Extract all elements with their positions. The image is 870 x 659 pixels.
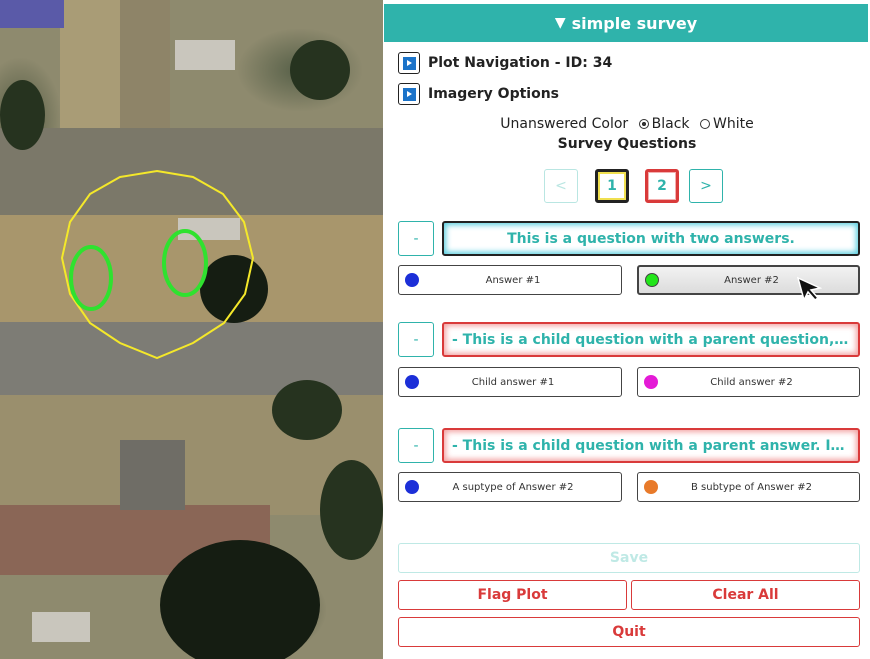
survey-questions-title: Survey Questions bbox=[557, 136, 697, 152]
collapse-question-button[interactable]: - bbox=[398, 322, 434, 357]
plot-overlay bbox=[60, 169, 255, 360]
answer-color-dot bbox=[644, 375, 658, 389]
answer-label: Child answer #2 bbox=[710, 376, 793, 388]
radio-black-label: Black bbox=[651, 116, 690, 132]
collapse-question-button[interactable]: - bbox=[398, 221, 434, 256]
radio-black[interactable] bbox=[638, 119, 649, 129]
survey-panel: ▼ simple survey Plot Navigation - ID: 34… bbox=[384, 0, 870, 659]
answer-label: Child answer #1 bbox=[471, 376, 555, 388]
answer-color-dot bbox=[405, 480, 419, 494]
sample-point[interactable] bbox=[69, 245, 113, 311]
sample-point[interactable] bbox=[162, 229, 208, 297]
save-button[interactable]: Save bbox=[398, 543, 860, 573]
answer-color-dot bbox=[645, 273, 659, 287]
expand-icon[interactable] bbox=[398, 83, 420, 105]
quit-button[interactable]: Quit bbox=[398, 617, 860, 647]
question-header[interactable]: This is a question with two answers. bbox=[442, 221, 860, 256]
answer-button[interactable]: Child answer #1 bbox=[398, 367, 622, 397]
expand-icon[interactable] bbox=[398, 52, 420, 74]
mouse-cursor-icon bbox=[796, 276, 822, 302]
question-header[interactable]: - This is a child question with a parent… bbox=[442, 428, 860, 463]
answer-button[interactable]: B subtype of Answer #2 bbox=[637, 472, 860, 502]
page-2-button[interactable]: 2 bbox=[645, 169, 679, 203]
answer-button-selected[interactable]: Answer #2 bbox=[637, 265, 860, 295]
answer-label: Answer #1 bbox=[485, 274, 541, 286]
page-1-button[interactable]: 1 bbox=[595, 169, 629, 203]
survey-title: simple survey bbox=[571, 13, 698, 33]
flag-plot-button[interactable]: Flag Plot bbox=[398, 580, 627, 610]
question-header[interactable]: - This is a child question with a parent… bbox=[442, 322, 860, 357]
collapse-question-button[interactable]: - bbox=[398, 428, 434, 463]
next-page-button[interactable]: > bbox=[689, 169, 723, 203]
question-text: This is a question with two answers. bbox=[507, 230, 795, 247]
imagery-map[interactable] bbox=[0, 0, 383, 659]
answer-color-dot bbox=[405, 375, 419, 389]
unanswered-color-setting: Unanswered Color Black White bbox=[384, 116, 870, 132]
answer-label: B subtype of Answer #2 bbox=[690, 481, 813, 493]
answer-button[interactable]: Answer #1 bbox=[398, 265, 622, 295]
clear-all-button[interactable]: Clear All bbox=[631, 580, 860, 610]
plot-navigation-label: Plot Navigation - ID: 34 bbox=[428, 55, 613, 71]
answer-color-dot bbox=[644, 480, 658, 494]
triangle-down-icon: ▼ bbox=[554, 15, 566, 31]
answer-color-dot bbox=[405, 273, 419, 287]
answer-button[interactable]: Child answer #2 bbox=[637, 367, 860, 397]
plot-boundary bbox=[60, 169, 255, 360]
plot-navigation-section[interactable]: Plot Navigation - ID: 34 bbox=[398, 52, 612, 74]
radio-white-label: White bbox=[712, 116, 754, 132]
question-text: - This is a child question with a parent… bbox=[452, 331, 850, 348]
answer-label: A suptype of Answer #2 bbox=[452, 481, 574, 493]
imagery-options-label: Imagery Options bbox=[428, 86, 559, 102]
survey-header[interactable]: ▼ simple survey bbox=[384, 4, 868, 42]
question-text: - This is a child question with a parent… bbox=[452, 437, 850, 454]
answer-button[interactable]: A suptype of Answer #2 bbox=[398, 472, 622, 502]
radio-white[interactable] bbox=[699, 119, 710, 129]
prev-page-button[interactable]: < bbox=[544, 169, 578, 203]
imagery-options-section[interactable]: Imagery Options bbox=[398, 83, 559, 105]
answer-label: Answer #2 bbox=[724, 274, 779, 286]
unanswered-color-label: Unanswered Color bbox=[500, 116, 629, 132]
